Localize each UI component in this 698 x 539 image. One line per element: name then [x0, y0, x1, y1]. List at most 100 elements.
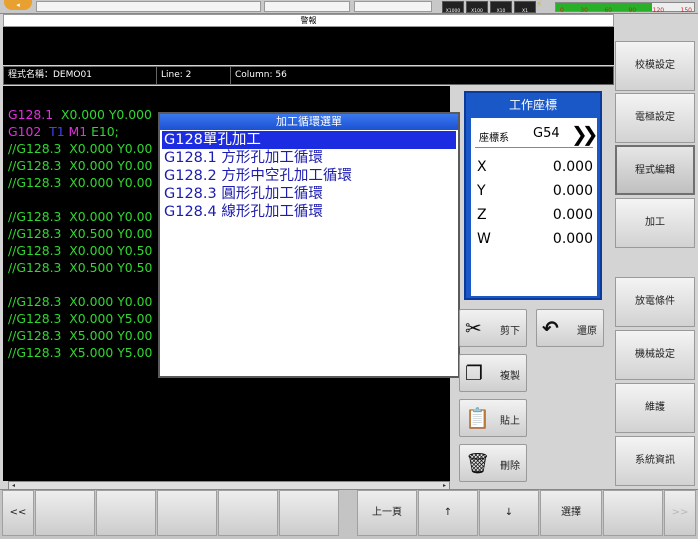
copy-button[interactable]: ❐ 複製: [459, 354, 527, 392]
cycle-item-g128-4[interactable]: G128.4 線形孔加工循環: [162, 203, 456, 221]
menu-machine-settings[interactable]: 機械設定: [615, 330, 695, 380]
code-token: E10;: [87, 124, 119, 139]
code-line[interactable]: G128.1 X0.000 Y0.000: [8, 106, 152, 123]
code-token: X0.000 Y0.000: [53, 107, 152, 122]
scroll-right-icon[interactable]: ▸: [440, 482, 449, 489]
softkey-empty-2[interactable]: [96, 490, 156, 536]
code-token: //G128.3 X0.000 Y0.00: [8, 294, 153, 309]
softkey-prev-group-button[interactable]: <<: [2, 490, 34, 536]
power-bolt-icon: ⚡: [536, 0, 543, 10]
speed-x1000-button[interactable]: X1000: [442, 1, 464, 14]
softkey-empty-1[interactable]: [35, 490, 95, 536]
delete-button[interactable]: 🗑 刪除: [459, 444, 527, 482]
top-field-1: [36, 1, 261, 12]
speed-x100-button[interactable]: X100: [466, 1, 488, 14]
code-line[interactable]: //G128.3 X0.000 Y0.00: [8, 157, 152, 174]
menu-program-edit[interactable]: 程式編輯: [615, 145, 695, 195]
alarm-message-area: [3, 27, 614, 65]
cursor-column: Column: 56: [235, 70, 287, 80]
page-up-button[interactable]: 上一頁: [357, 490, 417, 536]
top-menu-tab[interactable]: ◂: [4, 0, 32, 10]
code-line[interactable]: //G128.3 X0.500 Y0.50: [8, 259, 152, 276]
cursor-down-button[interactable]: ↓: [479, 490, 539, 536]
code-token: //G128.3 X5.000 Y5.00: [8, 345, 153, 360]
coordinate-system-label: 座標系: [479, 133, 509, 144]
scissors-icon: ✂: [465, 316, 482, 340]
cycle-item-g128-2[interactable]: G128.2 方形中空孔加工循環: [162, 167, 456, 185]
code-token: G128.1: [8, 107, 54, 122]
code-token: //G128.3 X0.000 Y0.00: [8, 158, 153, 173]
axis-z-value: 0.000: [552, 207, 593, 223]
code-token: G102: [8, 124, 42, 139]
machining-cycle-menu: 加工循環選單 G128單孔加工 G128.1 方形孔加工循環 G128.2 方形…: [158, 112, 460, 378]
code-line[interactable]: //G128.3 X0.500 Y0.00: [8, 225, 152, 242]
machining-cycle-menu-title: 加工循環選單: [160, 114, 458, 130]
code-token: T1: [41, 124, 65, 139]
speed-x1-button[interactable]: X1: [514, 1, 536, 14]
chevron-left-icon: ◂: [16, 1, 20, 9]
cursor-line: Line: 2: [157, 67, 231, 84]
program-name: 程式名稱：DEMO01: [4, 67, 157, 84]
code-line[interactable]: //G128.3 X0.000 Y0.00: [8, 208, 152, 225]
code-token: //G128.3 X0.000 Y5.00: [8, 311, 153, 326]
cycle-item-g128-3[interactable]: G128.3 圓形孔加工循環: [162, 185, 456, 203]
work-coordinate-panel: 工作座標 座標系 G54 ❯❯ X 0.000 Y 0.000 Z 0.000 …: [464, 91, 602, 300]
code-line[interactable]: //G128.3 X0.000 Y5.00: [8, 310, 152, 327]
menu-machining[interactable]: 加工: [615, 198, 695, 248]
menu-maintenance[interactable]: 維護: [615, 383, 695, 433]
copy-icon: ❐: [465, 361, 483, 385]
softkey-empty-3[interactable]: [157, 490, 217, 536]
double-chevron-right-icon[interactable]: ❯❯: [571, 122, 598, 146]
undo-button[interactable]: ↶ 還原: [536, 309, 604, 347]
axis-z-label: Z: [477, 207, 487, 223]
menu-mold-calibration[interactable]: 校模設定: [615, 41, 695, 91]
trash-icon: 🗑: [465, 451, 491, 475]
paste-button[interactable]: 📋 貼上: [459, 399, 527, 437]
select-button[interactable]: 選擇: [540, 490, 602, 536]
code-token: //G128.3 X0.000 Y0.00: [8, 141, 153, 156]
menu-system-info[interactable]: 系統資訊: [615, 436, 695, 486]
program-info-bar: 程式名稱：DEMO01 Line: 2 Column: 56: [3, 66, 614, 85]
axis-w-value: 0.000: [552, 231, 593, 247]
divider: [475, 147, 593, 148]
code-token: //G128.3 X0.500 Y0.00: [8, 226, 153, 241]
cut-button[interactable]: ✂ 剪下: [459, 309, 527, 347]
code-token: M1: [64, 124, 88, 139]
code-line[interactable]: G102 T1 M1 E10;: [8, 123, 152, 140]
scroll-left-icon[interactable]: ◂: [9, 482, 18, 489]
clipboard-icon: 📋: [465, 406, 490, 430]
undo-icon: ↶: [542, 316, 559, 340]
menu-discharge-conditions[interactable]: 放電條件: [615, 277, 695, 327]
axis-x-label: X: [477, 159, 487, 175]
work-coordinate-title: 工作座標: [508, 98, 557, 112]
code-token: //G128.3 X0.500 Y0.50: [8, 260, 153, 275]
softkey-empty-5[interactable]: [279, 490, 339, 536]
softkey-empty-6[interactable]: [603, 490, 663, 536]
alarm-title: 警報: [3, 14, 614, 27]
code-lines[interactable]: G128.1 X0.000 Y0.000 G102 T1 M1 E10;//G12…: [8, 106, 152, 361]
code-line[interactable]: //G128.3 X0.000 Y0.50: [8, 242, 152, 259]
softkey-empty-4[interactable]: [218, 490, 278, 536]
code-token: //G128.3 X0.000 Y0.00: [8, 175, 153, 190]
softkey-next-group-button[interactable]: >>: [664, 490, 696, 536]
coordinate-system-value: G54: [533, 126, 560, 141]
code-line[interactable]: //G128.3 X5.000 Y5.00: [8, 344, 152, 361]
cursor-up-button[interactable]: ↑: [418, 490, 478, 536]
cycle-item-g128-1[interactable]: G128.1 方形孔加工循環: [162, 149, 456, 167]
code-line[interactable]: //G128.3 X0.000 Y0.00: [8, 174, 152, 191]
code-line[interactable]: [8, 276, 152, 293]
code-token: //G128.3 X0.000 Y0.00: [8, 209, 153, 224]
work-coordinate-values: 座標系 G54 ❯❯ X 0.000 Y 0.000 Z 0.000 W 0.0…: [471, 118, 598, 296]
code-token: //G128.3 X0.000 Y0.50: [8, 243, 153, 258]
speed-x10-button[interactable]: X10: [490, 1, 512, 14]
axis-w-label: W: [477, 231, 491, 247]
cycle-item-g128[interactable]: G128單孔加工: [162, 131, 456, 149]
code-line[interactable]: //G128.3 X5.000 Y0.00: [8, 327, 152, 344]
code-line[interactable]: //G128.3 X0.000 Y0.00: [8, 140, 152, 157]
top-field-3: [354, 1, 432, 12]
axis-x-value: 0.000: [552, 159, 593, 175]
code-line[interactable]: //G128.3 X0.000 Y0.00: [8, 293, 152, 310]
axis-y-value: 0.000: [552, 183, 593, 199]
menu-electrode-settings[interactable]: 電極設定: [615, 93, 695, 143]
code-line[interactable]: [8, 191, 152, 208]
